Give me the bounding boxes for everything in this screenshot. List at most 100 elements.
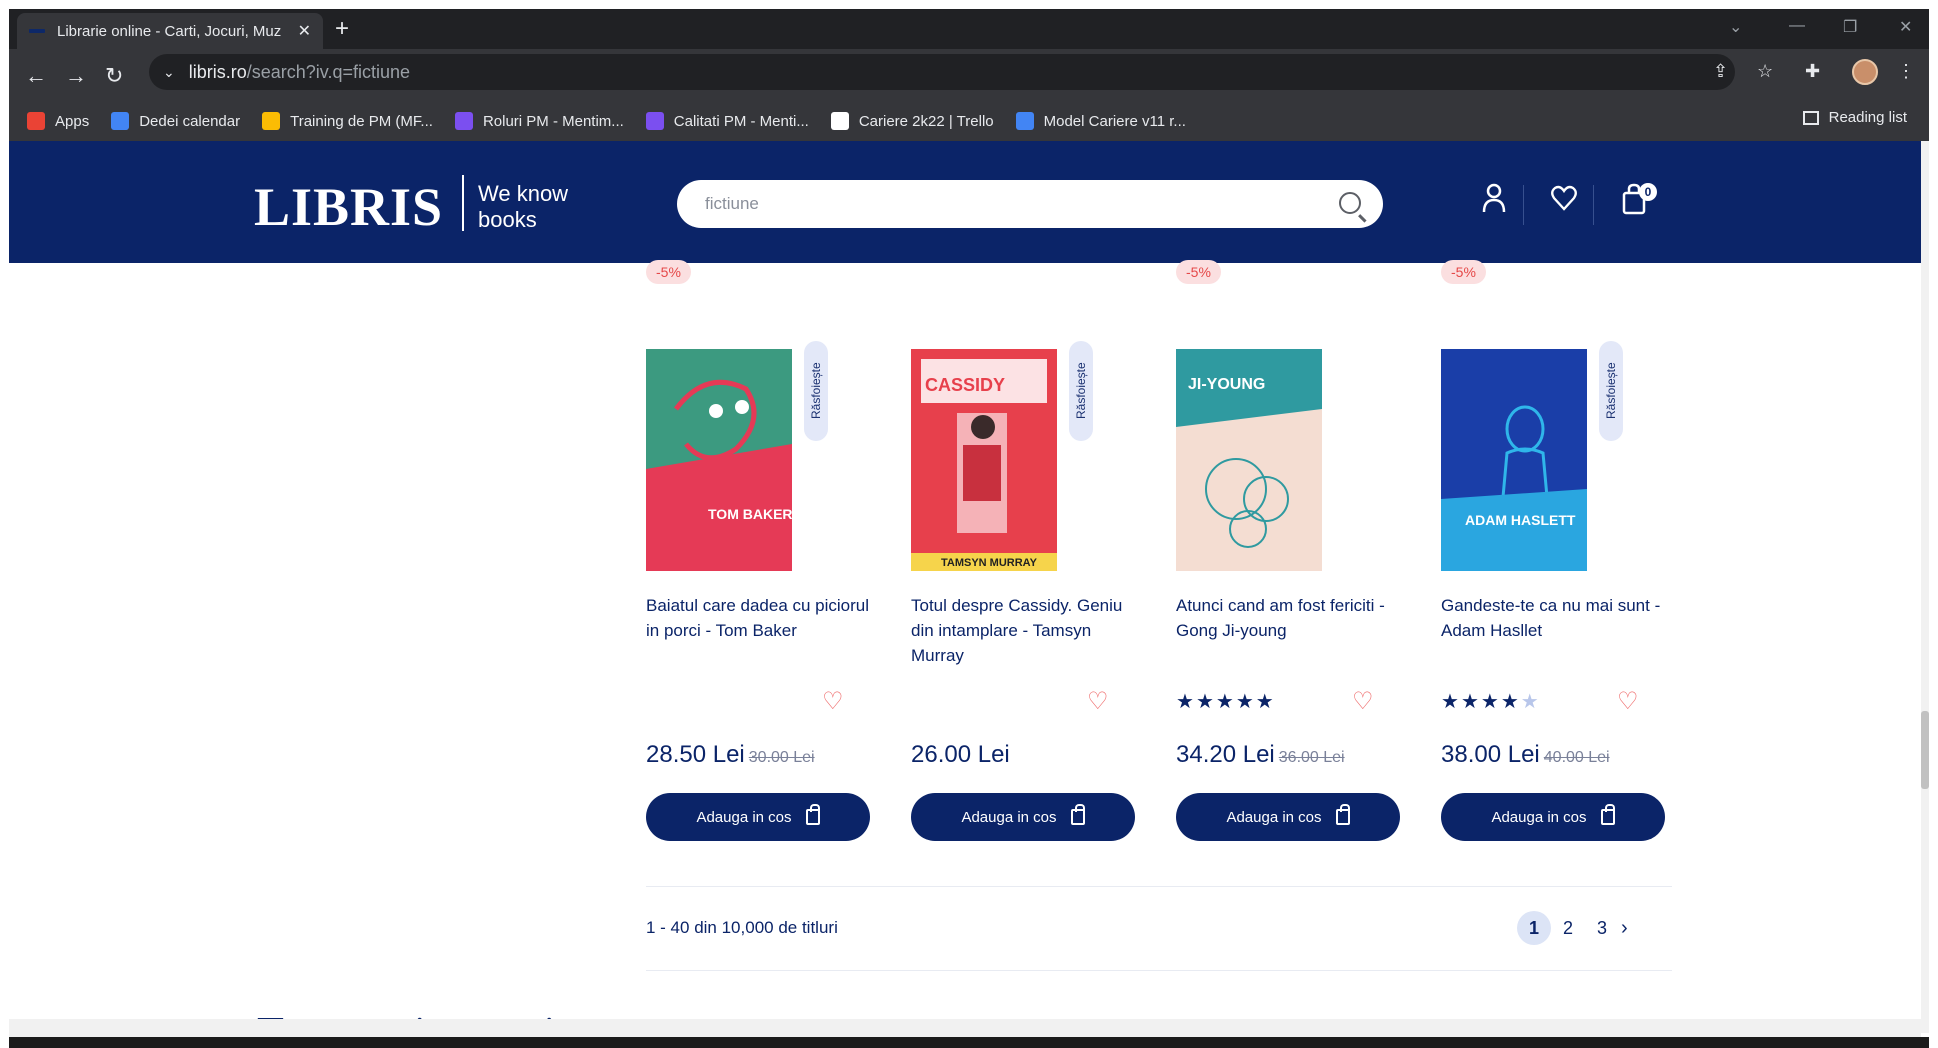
new-tab-icon[interactable]: + xyxy=(335,17,349,41)
docs-icon xyxy=(1015,112,1034,130)
mentimeter-icon xyxy=(645,112,664,130)
vertical-scroll-thumb[interactable] xyxy=(1921,711,1929,789)
header-separator xyxy=(1523,185,1524,225)
header-separator xyxy=(1593,185,1594,225)
old-price: 30.00 Lei xyxy=(748,749,815,766)
svg-text:JI-YOUNG: JI-YOUNG xyxy=(1188,376,1265,393)
share-icon[interactable]: ⇪ xyxy=(1713,61,1728,82)
extensions-icon[interactable]: ✚ xyxy=(1805,61,1820,82)
url-host: libris.ro xyxy=(188,61,247,82)
restore-icon[interactable]: ❐ xyxy=(1843,17,1857,37)
wishlist-heart-icon[interactable] xyxy=(1551,183,1577,220)
cart-count-badge: 0 xyxy=(1639,183,1657,201)
add-to-cart-button[interactable]: Adauga in cos xyxy=(911,793,1135,841)
rating-stars: ★★★★★ xyxy=(1176,689,1276,714)
site-info-icon[interactable]: ⌄ xyxy=(163,64,175,81)
search-bar[interactable] xyxy=(677,180,1383,228)
old-price: 36.00 Lei xyxy=(1278,749,1345,766)
browser-tab[interactable]: Librarie online - Carti, Jocuri, Muz ✕ xyxy=(17,13,323,49)
libris-favicon-icon xyxy=(29,29,45,33)
browser-window: Librarie online - Carti, Jocuri, Muz ✕ +… xyxy=(9,9,1929,1048)
add-to-cart-button[interactable]: Adauga in cos xyxy=(1176,793,1400,841)
product-title[interactable]: Baiatul care dadea cu piciorul in porci … xyxy=(646,593,876,643)
account-icon[interactable] xyxy=(1481,183,1507,220)
next-page-chevron-icon[interactable]: › xyxy=(1621,917,1628,940)
book-cover[interactable]: ADAM HASLETT xyxy=(1441,349,1587,571)
discount-badge: -5% xyxy=(646,260,691,284)
discount-badge: -5% xyxy=(1441,260,1486,284)
forward-arrow-icon[interactable]: → xyxy=(65,63,87,89)
libris-logo[interactable]: LIBRIS xyxy=(254,176,443,238)
minimize-icon[interactable]: — xyxy=(1789,17,1805,35)
book-cover[interactable]: CASSIDY TAMSYN MURRAY xyxy=(911,349,1057,571)
bookmark-cariere-trello[interactable]: Cariere 2k22 | Trello xyxy=(830,112,994,130)
tab-search-icon[interactable]: ⌄ xyxy=(1729,17,1742,37)
browse-preview-tab[interactable]: Răsfoiește xyxy=(1599,341,1623,441)
bookmark-training-pm[interactable]: Training de PM (MF... xyxy=(262,112,433,130)
star-icon: ★ xyxy=(1176,691,1196,713)
book-cover[interactable]: TOM BAKER xyxy=(646,349,792,571)
star-icon: ★ xyxy=(1215,691,1236,713)
results-count: 1 - 40 din 10,000 de titluri xyxy=(646,918,838,937)
page-2[interactable]: 2 xyxy=(1551,911,1585,945)
product-title[interactable]: Totul despre Cassidy. Geniu din intampla… xyxy=(911,593,1141,668)
search-input[interactable] xyxy=(705,194,1305,214)
product-price: 26.00 Lei xyxy=(911,741,1010,768)
product-price: 34.20 Lei 36.00 Lei xyxy=(1176,741,1345,768)
browse-preview-tab[interactable]: Răsfoiește xyxy=(1069,341,1093,441)
address-bar[interactable]: ⌄ libris.ro /search?iv.q=fictiune xyxy=(149,54,1735,90)
horizontal-scrollbar[interactable] xyxy=(9,1019,1921,1037)
add-to-cart-button[interactable]: Adauga in cos xyxy=(1441,793,1665,841)
book-cover[interactable]: JI-YOUNG xyxy=(1176,349,1322,571)
bookmarks-bar: Apps Dedei calendar Training de PM (MF..… xyxy=(9,102,1929,140)
page-1[interactable]: 1 xyxy=(1517,911,1551,945)
tagline: We know books xyxy=(478,181,569,232)
menu-kebab-icon[interactable]: ⋮ xyxy=(1897,61,1915,82)
bag-icon xyxy=(1335,804,1350,825)
logo-divider xyxy=(462,175,464,231)
star-icon: ★ xyxy=(1195,691,1216,713)
bag-icon xyxy=(805,804,820,825)
product-price: 28.50 Lei 30.00 Lei xyxy=(646,741,815,768)
product-price: 38.00 Lei 40.00 Lei xyxy=(1441,741,1610,768)
discount-badge: -5% xyxy=(1176,260,1221,284)
product-title[interactable]: Gandeste-te ca nu mai sunt - Adam Haslle… xyxy=(1441,593,1671,643)
os-taskbar xyxy=(9,1037,1929,1048)
slides-icon xyxy=(262,112,281,130)
tab-strip: Librarie online - Carti, Jocuri, Muz ✕ +… xyxy=(9,9,1929,49)
star-icon: ★ xyxy=(1235,691,1256,713)
divider xyxy=(646,970,1672,971)
bookmark-apps[interactable]: Apps xyxy=(27,112,89,130)
product-title[interactable]: Atunci cand am fost fericiti - Gong Ji-y… xyxy=(1176,593,1406,643)
svg-text:TAMSYN MURRAY: TAMSYN MURRAY xyxy=(941,557,1038,569)
reading-list-button[interactable]: Reading list xyxy=(1802,109,1907,126)
pagination: 1 2 3 › xyxy=(1517,911,1628,945)
vertical-scrollbar[interactable] xyxy=(1921,141,1929,1033)
divider xyxy=(646,886,1672,887)
bookmark-model-cariere[interactable]: Model Cariere v11 r... xyxy=(1015,112,1186,130)
back-arrow-icon[interactable]: ← xyxy=(25,63,47,89)
tab-title: Librarie online - Carti, Jocuri, Muz xyxy=(57,22,282,40)
page-3[interactable]: 3 xyxy=(1585,911,1619,945)
bookmark-roluri-pm[interactable]: Roluri PM - Mentim... xyxy=(454,112,624,130)
bookmark-star-icon[interactable]: ☆ xyxy=(1757,61,1773,82)
star-icon: ★ xyxy=(1460,691,1481,713)
reload-icon[interactable]: ↻ xyxy=(105,63,123,89)
add-to-wishlist-heart-icon[interactable]: ♡ xyxy=(1352,687,1374,716)
close-tab-icon[interactable]: ✕ xyxy=(298,21,311,41)
bookmark-dedei-calendar[interactable]: Dedei calendar xyxy=(111,112,240,130)
add-to-wishlist-heart-icon[interactable]: ♡ xyxy=(1617,687,1639,716)
bookmark-calitati-pm[interactable]: Calitati PM - Menti... xyxy=(645,112,809,130)
search-results: -5% TOM BAKER Răsfoiește Baiatul care da… xyxy=(9,260,1921,1033)
apps-grid-icon xyxy=(27,112,45,130)
search-icon[interactable] xyxy=(1339,192,1361,214)
add-to-wishlist-heart-icon[interactable]: ♡ xyxy=(1087,687,1109,716)
add-to-wishlist-heart-icon[interactable]: ♡ xyxy=(822,687,844,716)
calendar-icon xyxy=(111,112,130,130)
close-window-icon[interactable]: ✕ xyxy=(1899,17,1912,37)
svg-text:TOM BAKER: TOM BAKER xyxy=(708,506,792,522)
add-to-cart-button[interactable]: Adauga in cos xyxy=(646,793,870,841)
star-icon: ★ xyxy=(1255,691,1276,713)
profile-avatar[interactable] xyxy=(1852,59,1878,85)
browse-preview-tab[interactable]: Răsfoiește xyxy=(804,341,828,441)
